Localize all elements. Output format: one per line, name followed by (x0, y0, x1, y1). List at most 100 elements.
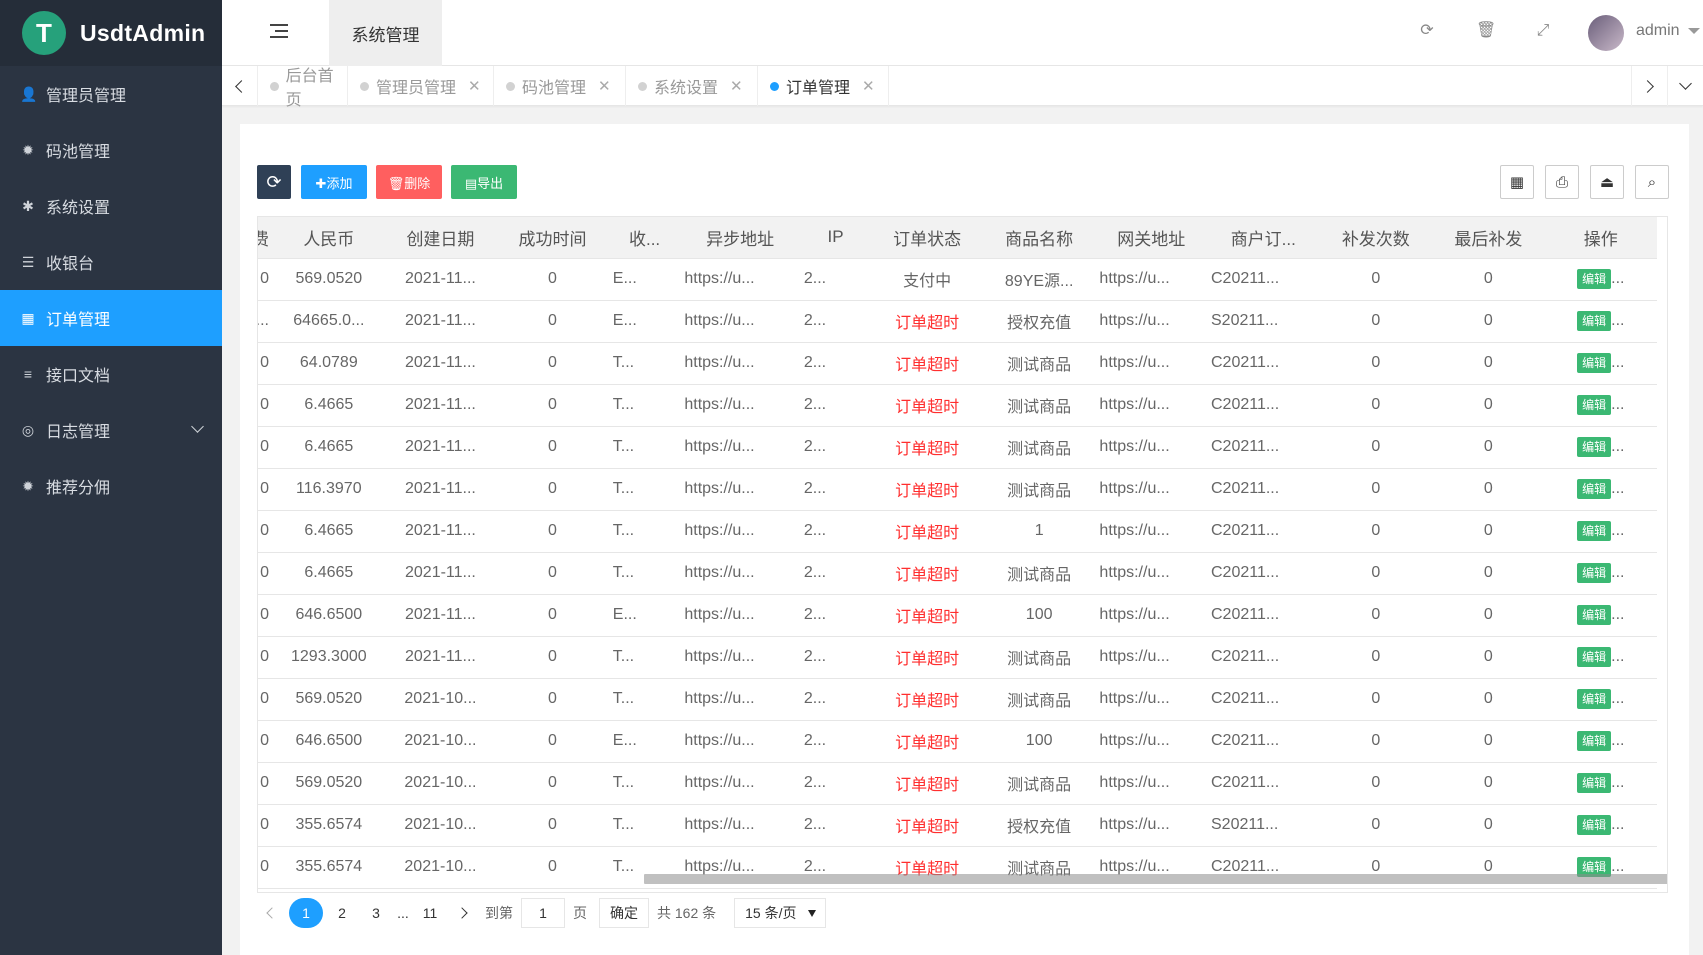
column-header[interactable]: 创建日期 (384, 217, 497, 259)
goto-page-input[interactable] (521, 898, 565, 928)
table-row[interactable]: 0 646.6500 2021-10... 0 E... https://u... 2...… (258, 720, 1657, 763)
sidebar-item-8[interactable]: ✹ 推荐分佣 (0, 458, 222, 514)
close-icon[interactable]: ✕ (862, 77, 875, 95)
table-row[interactable]: 0 116.3970 2021-11... 0 T... https://u... 2...… (258, 468, 1657, 511)
horizontal-scrollbar[interactable] (644, 874, 1667, 884)
table-row[interactable]: 0 6.4665 2021-11... 0 T... https://u... 2... 订单… (258, 384, 1657, 427)
close-icon[interactable]: ✕ (730, 77, 743, 95)
sidebar-item-1[interactable]: 👤 管理员管理 (0, 66, 222, 122)
page-2[interactable]: 2 (327, 898, 357, 928)
table-row[interactable]: 0 569.0520 2021-10... 0 T... https://u... 2...… (258, 678, 1657, 721)
table-row[interactable]: ...64665.0...2021-11...0E...https://u...… (258, 300, 1657, 343)
goto-confirm-button[interactable]: 确定 (599, 898, 649, 928)
table-row[interactable]: 0 1293.3000 2021-11... 0 T... https://u... 2..… (258, 636, 1657, 679)
module-tab-system[interactable]: 系统管理 (329, 0, 442, 66)
prev-page-button[interactable] (257, 898, 287, 928)
table-row[interactable]: 0 64.0789 2021-11... 0 T... https://u... 2... 订… (258, 342, 1657, 385)
menu-toggle-icon[interactable] (270, 24, 288, 40)
column-header[interactable]: 订单状态 (871, 217, 983, 259)
column-header[interactable]: 成功时间 (496, 217, 609, 259)
refresh-button[interactable]: ⟳ (257, 165, 291, 199)
chevron-down-icon[interactable] (191, 420, 204, 433)
table-cell: 0 (1319, 552, 1433, 595)
edit-button[interactable]: 编辑 (1577, 521, 1612, 541)
sidebar-item-7[interactable]: ◎ 日志管理 (0, 402, 222, 458)
tab-2[interactable]: 管理员管理 ✕ (348, 66, 494, 106)
column-header[interactable]: 网关地址 (1095, 217, 1207, 259)
edit-button[interactable]: 编辑 (1577, 353, 1612, 373)
actions-cell: 编辑... (1544, 426, 1657, 469)
table-cell: 569.0520 (273, 762, 385, 805)
column-header[interactable]: 商品名称 (982, 217, 1096, 259)
delete-button[interactable]: 🗑删除 (376, 165, 442, 199)
sidebar-item-2[interactable]: ✹ 码池管理 (0, 122, 222, 178)
table-row[interactable]: 0 6.4665 2021-11... 0 T... https://u... 2... 订单… (258, 552, 1657, 595)
username[interactable]: admin (1636, 22, 1680, 40)
table-row[interactable]: 0 355.6574 2021-10... 0 T... https://u... 2...… (258, 804, 1657, 847)
table-cell: C20211... (1207, 762, 1320, 805)
sidebar-item-3[interactable]: ✱ 系统设置 (0, 178, 222, 234)
table-row[interactable]: 0 569.0520 2021-11... 0 E... https://u... 2...… (258, 258, 1657, 301)
logo[interactable]: T UsdtAdmin (0, 0, 222, 66)
edit-button[interactable]: 编辑 (1577, 269, 1612, 289)
add-button[interactable]: ✚添加 (301, 165, 367, 199)
avatar[interactable] (1588, 15, 1624, 51)
tab-1[interactable]: 后台首页 (258, 66, 348, 109)
column-header[interactable]: 收... (608, 217, 681, 259)
edit-button[interactable]: 编辑 (1577, 479, 1612, 499)
tab-3[interactable]: 码池管理 ✕ (494, 66, 626, 106)
edit-button[interactable]: 编辑 (1577, 563, 1612, 583)
table-row[interactable]: 0 6.4665 2021-11... 0 T... https://u... 2... 订单… (258, 510, 1657, 553)
column-header[interactable]: 补发次数 (1319, 217, 1433, 259)
column-header[interactable]: 费 (258, 217, 273, 259)
sidebar-item-4[interactable]: ☰ 收银台 (0, 234, 222, 290)
print-icon[interactable]: ⎙ (1545, 165, 1579, 199)
table-cell: T... (608, 384, 681, 427)
close-icon[interactable]: ✕ (598, 77, 611, 95)
chevron-down-icon (1679, 77, 1692, 90)
tab-4[interactable]: 系统设置 ✕ (626, 66, 758, 106)
caret-down-icon[interactable] (1688, 28, 1700, 34)
close-icon[interactable]: ✕ (468, 77, 481, 95)
edit-button[interactable]: 编辑 (1577, 395, 1612, 415)
export-icon[interactable]: ⏏ (1590, 165, 1624, 199)
edit-button[interactable]: 编辑 (1577, 731, 1612, 751)
columns-icon[interactable]: ▦ (1500, 165, 1534, 199)
column-header[interactable]: 异步地址 (680, 217, 800, 259)
table-row[interactable]: 0 6.4665 2021-11... 0 T... https://u... 2... 订单… (258, 426, 1657, 469)
table-row[interactable]: 0 646.6500 2021-11... 0 E... https://u... 2...… (258, 594, 1657, 637)
edit-button[interactable]: 编辑 (1577, 311, 1612, 331)
fullscreen-icon[interactable]: ⤢ (1534, 22, 1552, 40)
page-size-select[interactable]: 15 条/页 (734, 898, 827, 928)
edit-button[interactable]: 编辑 (1577, 815, 1612, 835)
table-row[interactable]: 0 569.0520 2021-10... 0 T... https://u... 2...… (258, 762, 1657, 805)
next-page-button[interactable] (447, 898, 477, 928)
edit-button[interactable]: 编辑 (1577, 437, 1612, 457)
page-tabs-bar: 后台首页 管理员管理 ✕ 码池管理 ✕ 系统设置 ✕ 订单管理 ✕ (222, 66, 1703, 109)
column-header[interactable]: 最后补发 (1432, 217, 1545, 259)
tabs-dropdown[interactable] (1667, 66, 1703, 106)
tabs-scroll-right[interactable] (1631, 66, 1667, 106)
column-header[interactable]: IP (799, 217, 872, 259)
edit-button[interactable]: 编辑 (1577, 689, 1612, 709)
tabs-scroll-left[interactable] (222, 66, 258, 106)
table-cell: https://u... (1095, 468, 1207, 511)
export-button[interactable]: ▤导出 (451, 165, 517, 199)
column-header[interactable]: 操作 (1544, 217, 1657, 259)
tab-5[interactable]: 订单管理 ✕ (758, 66, 889, 106)
page-3[interactable]: 3 (361, 898, 391, 928)
page-11[interactable]: 11 (415, 898, 445, 928)
column-header[interactable]: 商户订... (1207, 217, 1320, 259)
search-icon[interactable]: ⌕ (1635, 165, 1669, 199)
table-cell: 0 (496, 426, 609, 469)
page-1[interactable]: 1 (289, 898, 323, 928)
more-actions: ... (1611, 396, 1625, 413)
column-header[interactable]: 人民币 (273, 217, 385, 259)
trash-icon[interactable]: 🗑 (1476, 22, 1496, 40)
edit-button[interactable]: 编辑 (1577, 605, 1612, 625)
edit-button[interactable]: 编辑 (1577, 647, 1612, 667)
sidebar-item-5[interactable]: ▦ 订单管理 (0, 290, 222, 346)
edit-button[interactable]: 编辑 (1577, 773, 1612, 793)
sidebar-item-6[interactable]: ≡ 接口文档 (0, 346, 222, 402)
refresh-icon[interactable]: ⟳ (1418, 22, 1436, 40)
